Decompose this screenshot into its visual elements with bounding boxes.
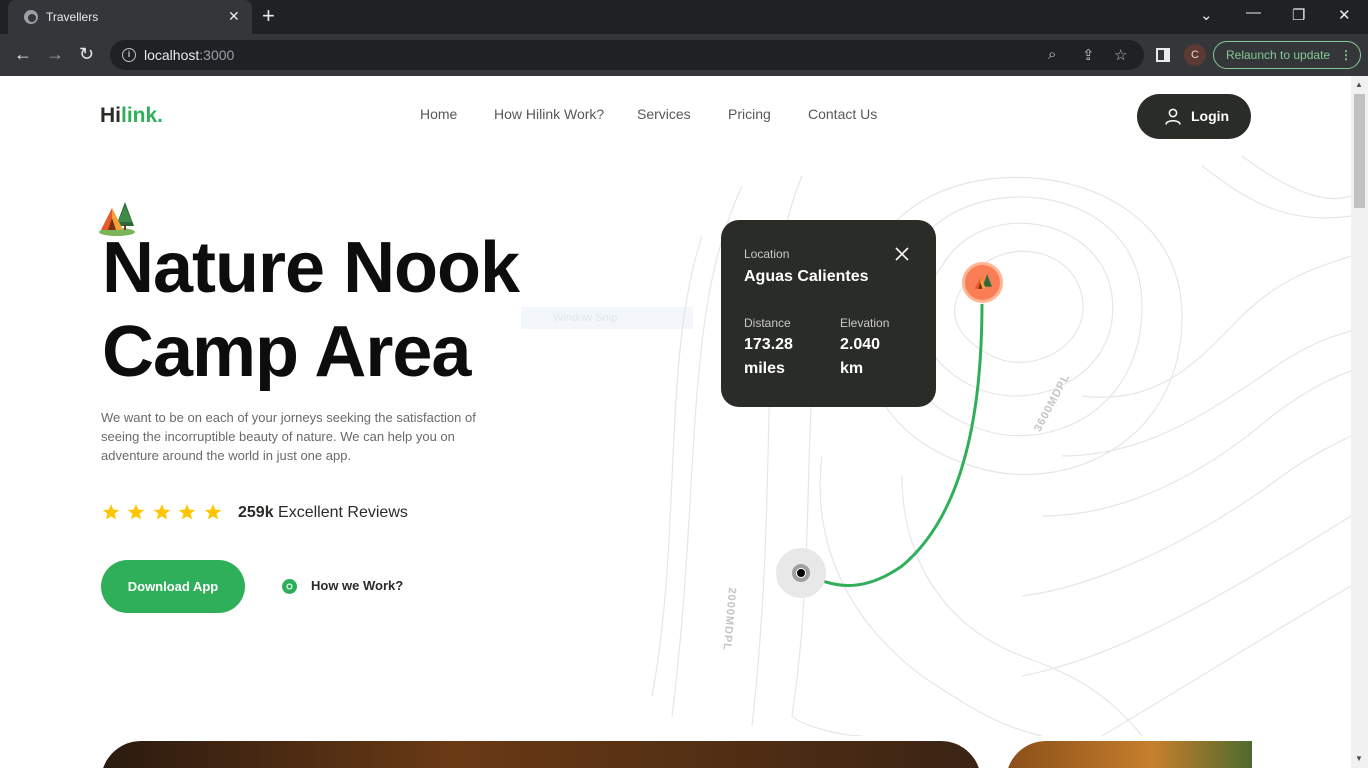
site-info-icon[interactable]: i [122,48,136,62]
origin-pin-dot [796,568,806,578]
star-icon [204,504,222,520]
location-name: Aguas Calientes [744,268,869,285]
globe-icon [24,10,38,24]
elevation-label: Elevation [840,316,890,330]
how-we-work-label: How we Work? [311,578,404,593]
star-icon [127,504,145,520]
restore-icon[interactable]: ❐ [1292,6,1305,24]
forward-icon[interactable]: → [46,44,64,64]
zoom-icon[interactable]: ⌕ [1048,46,1056,63]
location-label: Location [744,247,790,261]
login-label: Login [1191,108,1230,124]
hero-title-line-1: Nature Nook [102,228,520,308]
destination-pin[interactable] [962,262,1003,303]
scroll-up-arrow-icon[interactable]: ▲ [1355,80,1363,89]
distance-label: Distance [744,316,791,330]
origin-pin[interactable] [776,548,826,598]
url-host: localhost [144,47,200,63]
star-icon [153,504,171,520]
url-port: :3000 [199,47,235,63]
more-menu-icon[interactable]: ⋮ [1340,42,1352,68]
scroll-down-arrow-icon[interactable]: ▼ [1355,754,1363,763]
url-text: localhost:3000 [144,47,234,63]
window-snip-overlay: Window Snip [521,307,693,329]
page-viewport: Hilink. Home How Hilink Work? Services P… [2,76,1351,768]
close-tab-icon[interactable]: ✕ [228,8,240,24]
nav-link-how-it-works[interactable]: How Hilink Work? [494,106,604,122]
close-window-icon[interactable]: ✕ [1338,6,1351,24]
review-label: Excellent Reviews [278,504,408,521]
relaunch-button[interactable]: Relaunch to update ⋮ [1213,41,1361,69]
user-icon [1165,108,1181,125]
nav-link-pricing[interactable]: Pricing [728,106,771,122]
hero-title-line-2: Camp Area [102,312,471,392]
star-icon [178,504,196,520]
new-tab-icon[interactable]: + [262,5,275,27]
reload-icon[interactable]: ↻ [79,44,94,64]
login-button[interactable]: Login [1137,94,1251,139]
close-icon[interactable] [895,247,909,261]
hero-description: We want to be on each of your jorneys se… [101,410,476,463]
review-count: 259k [238,504,274,521]
back-icon[interactable]: ← [14,44,32,64]
profile-avatar[interactable]: C [1184,44,1206,66]
site-logo[interactable]: Hilink. [100,104,163,128]
star-icon [102,504,120,520]
browser-tab-bar: Travellers ✕ + ⌄ — ❐ ✕ [0,0,1368,34]
nav-link-services[interactable]: Services [637,106,691,122]
tab-search-chevron-icon[interactable]: ⌄ [1200,6,1213,24]
download-app-button[interactable]: Download App [101,560,245,613]
tab-title: Travellers [46,10,99,24]
camp-image-card-secondary [1006,741,1252,768]
relaunch-label: Relaunch to update [1226,48,1331,62]
side-panel-icon[interactable] [1156,48,1170,62]
logo-text: Hi [100,104,121,127]
location-card: Location Aguas Calientes Distance 173.28… [721,220,936,407]
elevation-value: 2.040 km [840,336,881,377]
reviews-summary: 259k Excellent Reviews [238,504,408,522]
page-scrollbar[interactable]: ▲ ▼ [1351,76,1368,768]
distance-value: 173.28 miles [744,336,793,377]
browser-tab[interactable]: Travellers ✕ [8,0,252,34]
camp-tent-icon [974,274,992,289]
hero-title: Nature Nook Camp Area [102,226,520,394]
nav-link-home[interactable]: Home [420,106,457,122]
nav-link-contact-us[interactable]: Contact Us [808,106,877,122]
camp-image-card [101,741,981,768]
scrollbar-thumb[interactable] [1354,94,1365,208]
share-icon[interactable]: ⇪ [1082,46,1095,64]
minimize-icon[interactable]: — [1246,4,1261,21]
bookmark-star-icon[interactable]: ☆ [1114,46,1127,64]
address-bar[interactable]: i localhost:3000 ⌕ ⇪ ☆ [110,40,1144,70]
logo-accent-text: link. [121,104,164,127]
play-icon [282,579,297,594]
